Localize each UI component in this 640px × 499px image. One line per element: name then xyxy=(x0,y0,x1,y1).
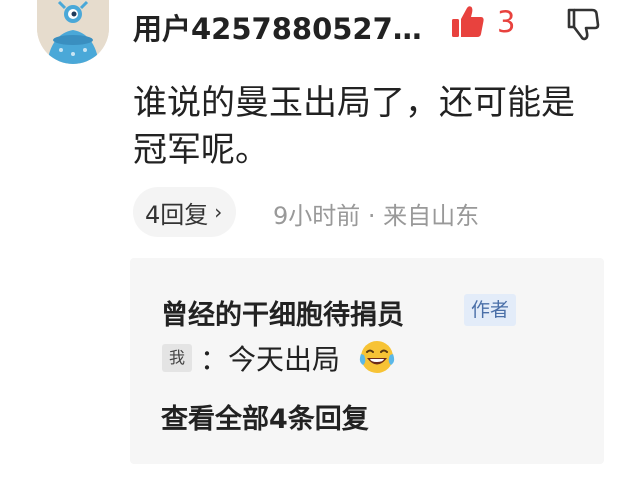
chevron-right-icon: › xyxy=(214,200,223,224)
comment-text: 谁说的曼玉出局了，还可能是冠军呢。 xyxy=(133,83,575,170)
view-all-replies-link[interactable]: 查看全部4条回复 xyxy=(161,397,369,436)
like-button[interactable] xyxy=(450,4,486,40)
laughing-tears-emoji-icon xyxy=(358,338,396,376)
like-count: 3 xyxy=(497,5,516,39)
comment-card: 用户4257880527… 3 谁说的曼玉出局了，还可能是冠军呢。 4回复 › … xyxy=(0,0,640,499)
reply-text: ：今天出局 xyxy=(200,343,341,376)
reply-author[interactable]: 曾经的干细胞待捐员 xyxy=(161,293,404,332)
author-badge: 作者 xyxy=(464,294,517,326)
replies-button[interactable]: 4回复 › xyxy=(133,187,237,237)
reply-preview[interactable]: 曾经的干细胞待捐员 作者 我 ：今天出局 查看全部4条回复 xyxy=(130,258,604,464)
thumbs-down-icon xyxy=(567,8,600,41)
comment-meta: 9小时前 · 来自山东 xyxy=(273,202,480,230)
dislike-button[interactable] xyxy=(566,6,600,42)
user-avatar[interactable] xyxy=(37,0,109,64)
me-badge: 我 xyxy=(162,344,192,372)
alien-avatar-icon xyxy=(37,0,109,64)
thumbs-up-icon xyxy=(452,6,484,37)
comment-username[interactable]: 用户4257880527… xyxy=(133,6,422,48)
replies-label: 4回复 xyxy=(145,200,209,229)
